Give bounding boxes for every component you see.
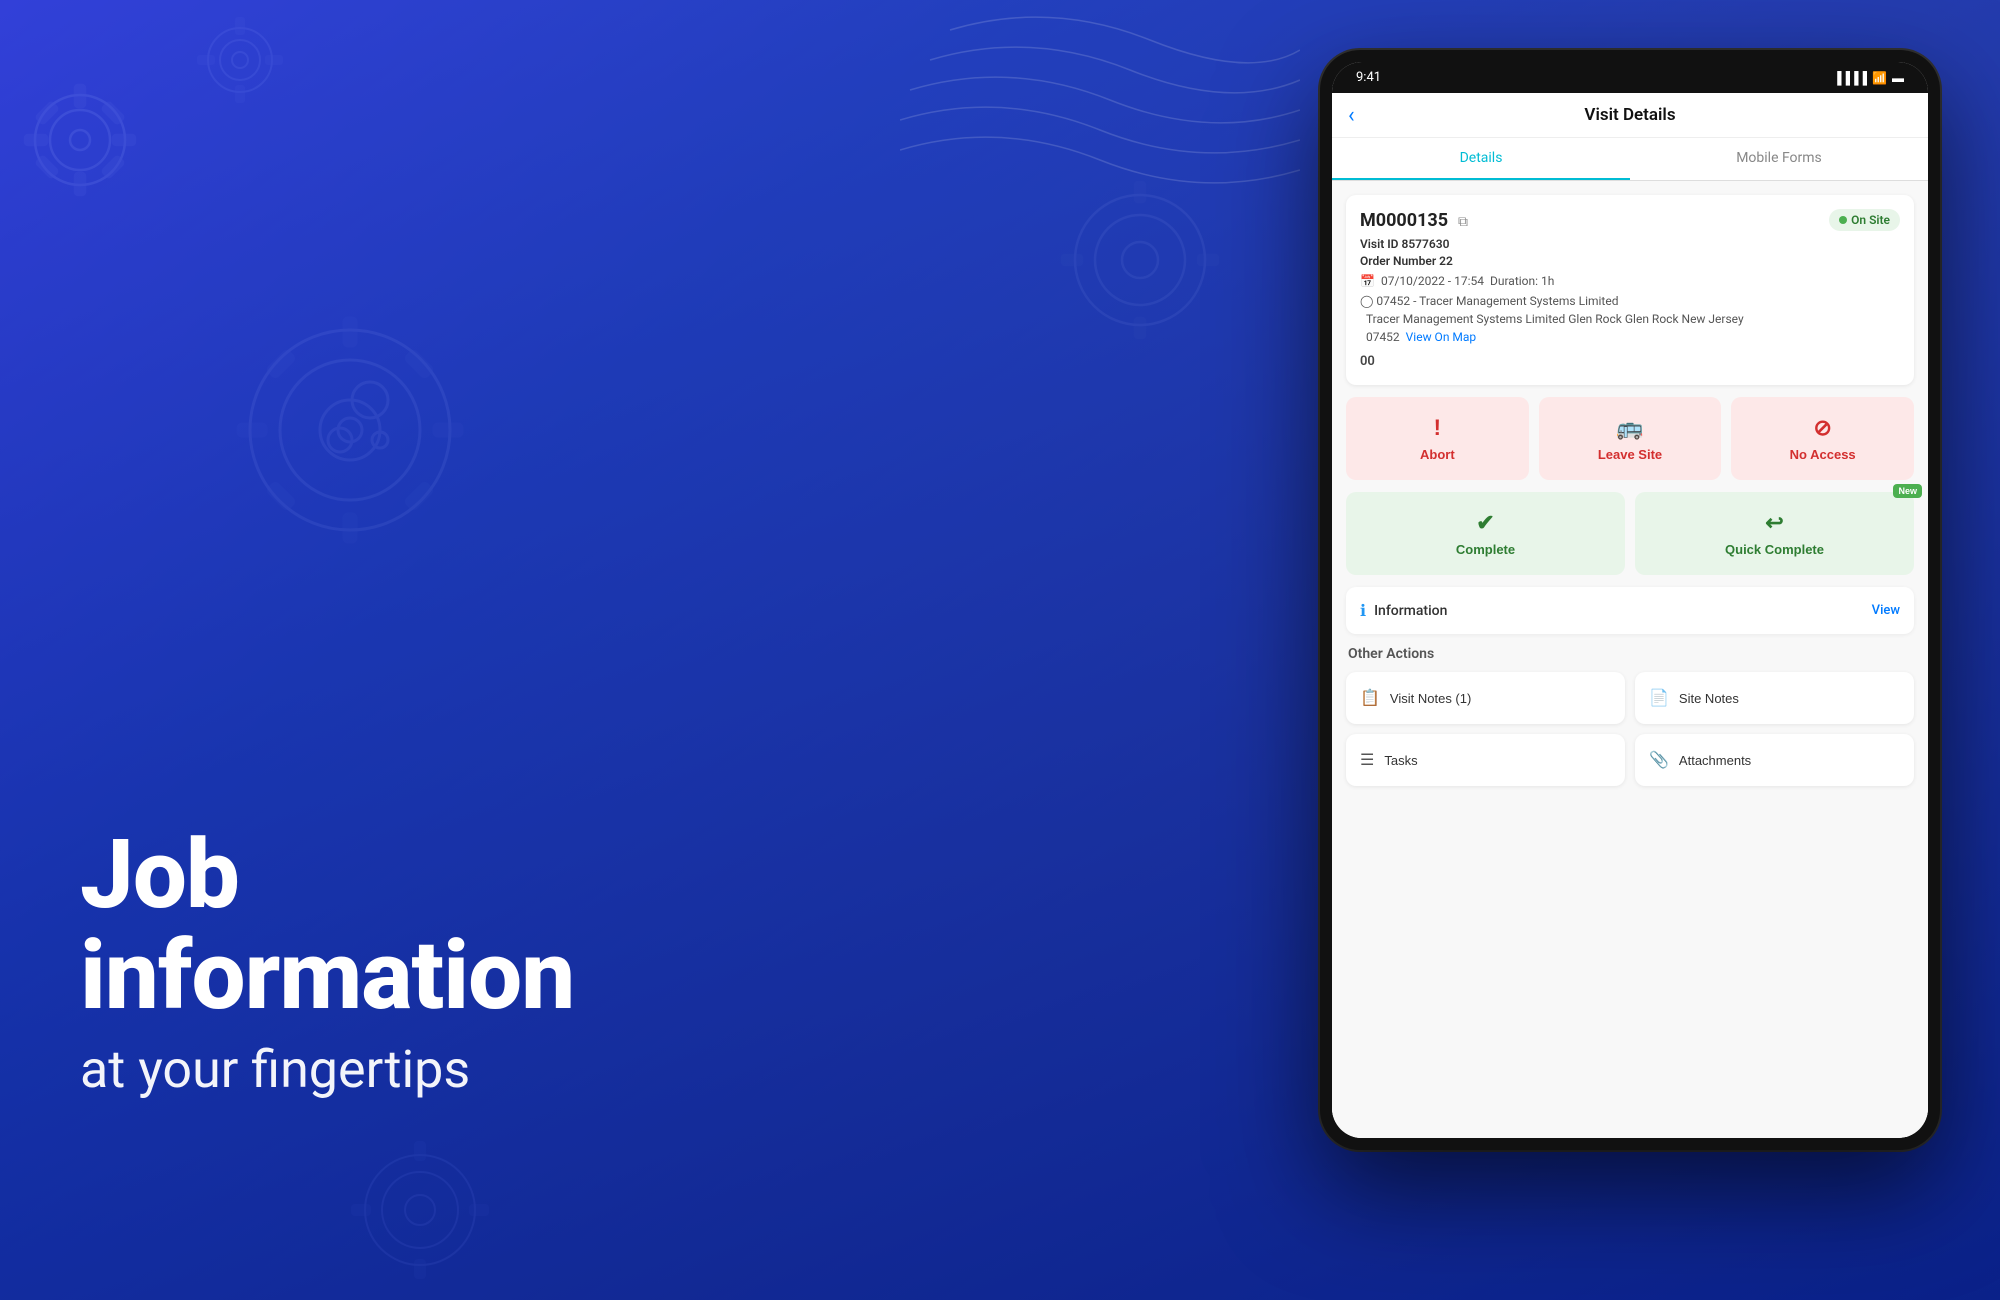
no-access-button[interactable]: ⊘ No Access: [1731, 397, 1914, 480]
visit-notes-icon: 📋: [1360, 688, 1380, 708]
visit-id-line: Visit ID 8577630: [1360, 237, 1900, 251]
headline-line1: Job: [80, 825, 574, 926]
info-icon: ℹ: [1360, 601, 1366, 620]
view-on-map-link[interactable]: View On Map: [1406, 330, 1477, 344]
battery-icon: ▬: [1892, 71, 1904, 85]
status-time: 9:41: [1356, 70, 1381, 85]
complete-icon: ✔: [1476, 510, 1494, 536]
information-left: ℹ Information: [1360, 601, 1447, 620]
tab-mobile-forms[interactable]: Mobile Forms: [1630, 138, 1928, 180]
attachments-button[interactable]: 📎 Attachments: [1635, 734, 1914, 786]
address-block: ◯ 07452 - Tracer Management Systems Limi…: [1360, 292, 1900, 346]
on-site-badge: On Site: [1829, 209, 1900, 231]
copy-icon[interactable]: ⧉: [1458, 214, 1468, 230]
information-view-link[interactable]: View: [1872, 603, 1900, 618]
duration-value: Duration: 1h: [1490, 274, 1554, 288]
datetime-row: 📅 07/10/2022 - 17:54 Duration: 1h: [1360, 274, 1900, 288]
tablet-frame: 9:41 ▐▐▐▐ 📶 ▬ ‹ Visit Details Details: [1320, 50, 1940, 1150]
visit-notes-button[interactable]: 📋 Visit Notes (1): [1346, 672, 1625, 724]
information-label: Information: [1374, 603, 1447, 619]
page-title: Visit Details: [1584, 105, 1675, 125]
tab-bar: Details Mobile Forms: [1332, 138, 1928, 181]
calendar-icon: 📅: [1360, 274, 1375, 288]
other-actions-section: Other Actions 📋 Visit Notes (1) 📄 Site N…: [1346, 646, 1914, 786]
quick-complete-label: Quick Complete: [1725, 542, 1824, 557]
quick-complete-icon: ↩: [1765, 510, 1783, 536]
tablet-device: 9:41 ▐▐▐▐ 📶 ▬ ‹ Visit Details Details: [1320, 50, 1940, 1250]
abort-icon: !: [1434, 415, 1441, 441]
leave-site-icon: 🚌: [1616, 415, 1643, 441]
subheadline: at your fingertips: [80, 1039, 574, 1100]
datetime-value: 07/10/2022 - 17:54: [1381, 274, 1484, 288]
site-notes-button[interactable]: 📄 Site Notes: [1635, 672, 1914, 724]
postcode: 07452: [1366, 330, 1400, 344]
leave-site-label: Leave Site: [1598, 447, 1662, 462]
visit-id-block: M0000135 ⧉: [1360, 210, 1468, 231]
attachments-icon: 📎: [1649, 750, 1669, 770]
visit-id-row: M0000135 ⧉ On Site: [1360, 209, 1900, 231]
status-bar: 9:41 ▐▐▐▐ 📶 ▬: [1332, 62, 1928, 93]
address-line1: 07452 - Tracer Management Systems Limite…: [1376, 294, 1618, 308]
tablet-screen: 9:41 ▐▐▐▐ 📶 ▬ ‹ Visit Details Details: [1332, 62, 1928, 1138]
quick-complete-button[interactable]: New ↩ Quick Complete: [1635, 492, 1914, 575]
site-notes-label: Site Notes: [1679, 691, 1739, 706]
abort-button[interactable]: ! Abort: [1346, 397, 1529, 480]
no-access-icon: ⊘: [1813, 415, 1831, 441]
tab-details[interactable]: Details: [1332, 138, 1630, 180]
other-actions-title: Other Actions: [1346, 646, 1914, 662]
visit-id: M0000135: [1360, 210, 1448, 231]
gear-icon-2: [160, 0, 320, 140]
field-00: 00: [1360, 354, 1900, 369]
on-site-dot: [1839, 216, 1847, 224]
on-site-label: On Site: [1851, 213, 1890, 227]
action-buttons-row1: ! Abort 🚌 Leave Site ⊘ No Access: [1346, 397, 1914, 480]
action-buttons-row2: ✔ Complete New ↩ Quick Complete: [1346, 492, 1914, 575]
address-line2: Tracer Management Systems Limited Glen R…: [1366, 312, 1744, 326]
status-icons: ▐▐▐▐ 📶 ▬: [1833, 71, 1904, 85]
tasks-button[interactable]: ☰ Tasks: [1346, 734, 1625, 786]
site-notes-icon: 📄: [1649, 688, 1669, 708]
wave-icon: [900, 0, 1300, 300]
no-access-label: No Access: [1790, 447, 1856, 462]
gear-icon-3: [100, 180, 600, 680]
gear-icon-5: [280, 1070, 560, 1300]
new-badge: New: [1893, 484, 1922, 498]
information-section: ℹ Information View: [1346, 587, 1914, 634]
headline-line2: information: [80, 926, 574, 1027]
complete-button[interactable]: ✔ Complete: [1346, 492, 1625, 575]
back-button[interactable]: ‹: [1348, 103, 1355, 128]
app-content: ‹ Visit Details Details Mobile Forms: [1332, 93, 1928, 1138]
tasks-label: Tasks: [1384, 753, 1417, 768]
app-body[interactable]: M0000135 ⧉ On Site Visit ID 8577630: [1332, 181, 1928, 1138]
visit-notes-label: Visit Notes (1): [1390, 691, 1471, 706]
wifi-icon: 📶: [1872, 71, 1887, 85]
left-content-block: Job information at your fingertips: [80, 825, 574, 1100]
app-header: ‹ Visit Details: [1332, 93, 1928, 138]
complete-label: Complete: [1456, 542, 1515, 557]
visit-info-card: M0000135 ⧉ On Site Visit ID 8577630: [1346, 195, 1914, 385]
tasks-icon: ☰: [1360, 750, 1374, 770]
signal-icon: ▐▐▐▐: [1833, 71, 1867, 85]
headline: Job information: [80, 825, 574, 1027]
leave-site-button[interactable]: 🚌 Leave Site: [1539, 397, 1722, 480]
abort-label: Abort: [1420, 447, 1455, 462]
order-number-line: Order Number 22: [1360, 254, 1900, 268]
attachments-label: Attachments: [1679, 753, 1751, 768]
location-icon: ◯: [1360, 294, 1373, 308]
other-actions-grid: 📋 Visit Notes (1) 📄 Site Notes ☰ Tasks: [1346, 672, 1914, 786]
